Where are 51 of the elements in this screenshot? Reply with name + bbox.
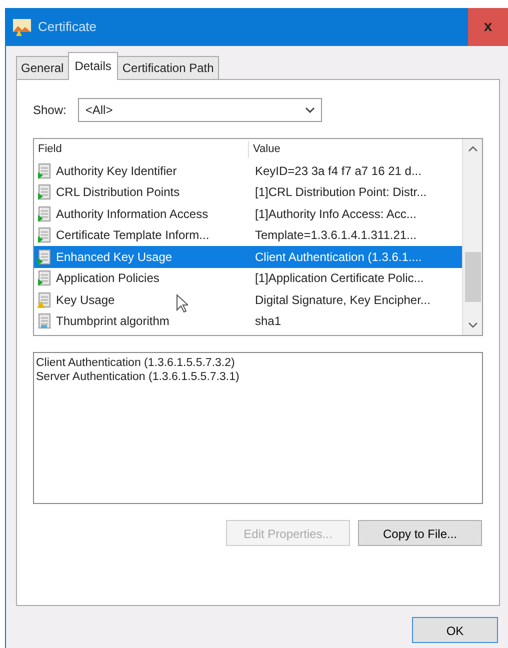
mouse-pointer-icon bbox=[176, 294, 188, 313]
certificate-icon bbox=[12, 18, 32, 36]
document-icon bbox=[37, 248, 53, 265]
document-icon bbox=[37, 184, 53, 200]
close-button[interactable]: x bbox=[468, 8, 508, 46]
column-header[interactable]: Field bbox=[34, 141, 248, 158]
field-name: Thumbprint algorithm bbox=[56, 313, 170, 330]
document-icon bbox=[37, 162, 53, 179]
ok-button[interactable]: OK bbox=[412, 617, 498, 643]
field-value: sha1 bbox=[254, 313, 282, 330]
warning-document-icon bbox=[37, 292, 53, 308]
document-icon bbox=[37, 206, 53, 222]
copy-to-file-button[interactable]: Copy to File... bbox=[358, 520, 482, 546]
list-row[interactable]: Certificate Template Inform... Template=1.3.6.1.4.1.311.21... bbox=[34, 224, 462, 246]
field-value: Template=1.3.6.1.4.1.311.21... bbox=[254, 227, 418, 244]
tab[interactable]: Details bbox=[68, 52, 118, 80]
tab[interactable]: Certification Path bbox=[117, 56, 219, 79]
field-value: Client Authentication (1.3.6.1.... bbox=[254, 248, 423, 266]
scrollbar-thumb[interactable] bbox=[464, 252, 480, 302]
field-name: Certificate Template Inform... bbox=[56, 227, 210, 244]
list-row[interactable]: Thumbprint algorithm sha1 bbox=[34, 310, 462, 332]
detail-line: Server Authentication (1.3.6.1.5.5.7.3.1) bbox=[36, 370, 240, 385]
field-name: Authority Information Access bbox=[56, 206, 208, 223]
list-row[interactable]: Authority Key Identifier KeyID=23 3a f4 f7 a7 16 21 d... bbox=[34, 160, 462, 182]
list-row[interactable]: Application Policies [1]Application Certificate Polic... bbox=[34, 268, 462, 289]
field-name: Key Usage bbox=[56, 292, 115, 309]
show-dropdown[interactable]: <All> bbox=[78, 98, 322, 122]
list-row[interactable]: CRL Distribution Points [1]CRL Distribution Point: Distr... bbox=[34, 182, 462, 203]
field-value: Digital Signature, Key Encipher... bbox=[254, 292, 432, 309]
field-value: [1]Application Certificate Polic... bbox=[254, 270, 425, 288]
document-icon bbox=[37, 313, 53, 330]
list-row[interactable]: Authority Information Access [1]Authority Info Access: Acc... bbox=[34, 203, 462, 224]
tab[interactable]: General bbox=[16, 56, 69, 79]
field-value: [1]CRL Distribution Point: Distr... bbox=[254, 184, 428, 202]
document-icon bbox=[37, 270, 53, 286]
value-detail-box[interactable]: Client Authentication (1.3.6.1.5.5.7.3.2) Server Authentication (1.3.6.1.5.5.7.3.1) bbox=[33, 352, 483, 504]
document-icon bbox=[37, 227, 53, 244]
list-row[interactable]: Key Usage Digital Signature, Key Encipher... bbox=[34, 289, 462, 310]
chevron-down-icon bbox=[305, 107, 316, 113]
list-row[interactable]: Enhanced Key Usage Client Authentication (1.3.6.1.... bbox=[34, 246, 462, 268]
field-name: Enhanced Key Usage bbox=[56, 248, 172, 266]
detail-line: Client Authentication (1.3.6.1.5.5.7.3.2) bbox=[36, 356, 236, 370]
field-value: KeyID=23 3a f4 f7 a7 16 21 d... bbox=[254, 162, 422, 180]
field-value: [1]Authority Info Access: Acc... bbox=[254, 206, 418, 223]
window-title: Certificate bbox=[38, 18, 98, 36]
scroll-up-icon[interactable] bbox=[468, 145, 478, 153]
show-label: Show: bbox=[33, 102, 66, 119]
scroll-down-icon[interactable] bbox=[468, 321, 478, 329]
field-name: Application Policies bbox=[56, 270, 160, 288]
field-name: CRL Distribution Points bbox=[56, 184, 180, 202]
field-name: Authority Key Identifier bbox=[56, 162, 177, 180]
